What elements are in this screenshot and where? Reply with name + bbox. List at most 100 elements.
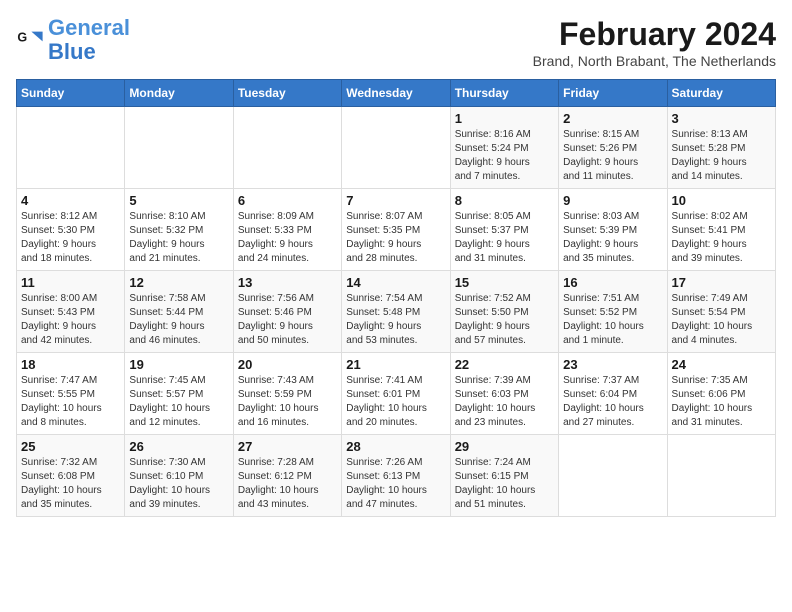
day-info: Sunrise: 7:37 AM Sunset: 6:04 PM Dayligh…: [563, 374, 662, 430]
day-number: 27: [238, 439, 337, 454]
calendar-cell: 2 Sunrise: 8:15 AM Sunset: 5:26 PM Daylig…: [559, 107, 667, 189]
day-number: 21: [346, 357, 445, 372]
day-info: Sunrise: 8:00 AM Sunset: 5:43 PM Dayligh…: [21, 292, 120, 348]
logo-line1: General: [48, 15, 130, 40]
day-number: 18: [21, 357, 120, 372]
calendar-cell: 21 Sunrise: 7:41 AM Sunset: 6:01 PM Dayli…: [342, 353, 450, 435]
day-number: 24: [672, 357, 771, 372]
calendar-cell: 6Sunrise: 8:09 AM Sunset: 5:33 PM Daylig…: [233, 189, 341, 271]
calendar-cell: [125, 107, 233, 189]
calendar-cell: 9 Sunrise: 8:03 AM Sunset: 5:39 PM Daylig…: [559, 189, 667, 271]
day-number: 14: [346, 275, 445, 290]
calendar-cell: 7 Sunrise: 8:07 AM Sunset: 5:35 PM Daylig…: [342, 189, 450, 271]
day-number: 4: [21, 193, 120, 208]
calendar-cell: 1 Sunrise: 8:16 AM Sunset: 5:24 PM Daylig…: [450, 107, 558, 189]
day-info: Sunrise: 7:52 AM Sunset: 5:50 PM Dayligh…: [455, 292, 554, 348]
day-info: Sunrise: 7:43 AM Sunset: 5:59 PM Dayligh…: [238, 374, 337, 430]
calendar-cell: 25 Sunrise: 7:32 AM Sunset: 6:08 PM Dayli…: [17, 435, 125, 517]
day-number: 28: [346, 439, 445, 454]
calendar-subtitle: Brand, North Brabant, The Netherlands: [533, 53, 776, 69]
calendar-cell: [17, 107, 125, 189]
calendar-cell: 5Sunrise: 8:10 AM Sunset: 5:32 PM Daylig…: [125, 189, 233, 271]
day-number: 15: [455, 275, 554, 290]
logo-icon: G: [16, 26, 44, 54]
day-info: Sunrise: 7:47 AM Sunset: 5:55 PM Dayligh…: [21, 374, 120, 430]
day-info: Sunrise: 7:35 AM Sunset: 6:06 PM Dayligh…: [672, 374, 771, 430]
calendar-cell: 29 Sunrise: 7:24 AM Sunset: 6:15 PM Dayli…: [450, 435, 558, 517]
weekday-header: Sunday: [17, 80, 125, 107]
calendar-cell: 17 Sunrise: 7:49 AM Sunset: 5:54 PM Dayli…: [667, 271, 775, 353]
day-info: Sunrise: 8:03 AM Sunset: 5:39 PM Dayligh…: [563, 210, 662, 266]
calendar-cell: 24 Sunrise: 7:35 AM Sunset: 6:06 PM Dayli…: [667, 353, 775, 435]
calendar-cell: 19 Sunrise: 7:45 AM Sunset: 5:57 PM Dayli…: [125, 353, 233, 435]
day-info: Sunrise: 8:16 AM Sunset: 5:24 PM Dayligh…: [455, 128, 554, 184]
day-info: Sunrise: 7:39 AM Sunset: 6:03 PM Dayligh…: [455, 374, 554, 430]
day-info: Sunrise: 8:13 AM Sunset: 5:28 PM Dayligh…: [672, 128, 771, 184]
day-number: 6: [238, 193, 337, 208]
calendar-cell: 14Sunrise: 7:54 AM Sunset: 5:48 PM Dayli…: [342, 271, 450, 353]
calendar-cell: 22Sunrise: 7:39 AM Sunset: 6:03 PM Dayli…: [450, 353, 558, 435]
day-info: Sunrise: 7:58 AM Sunset: 5:44 PM Dayligh…: [129, 292, 228, 348]
calendar-cell: 18 Sunrise: 7:47 AM Sunset: 5:55 PM Dayli…: [17, 353, 125, 435]
day-info: Sunrise: 8:02 AM Sunset: 5:41 PM Dayligh…: [672, 210, 771, 266]
day-info: Sunrise: 7:28 AM Sunset: 6:12 PM Dayligh…: [238, 456, 337, 512]
day-number: 8: [455, 193, 554, 208]
day-info: Sunrise: 7:45 AM Sunset: 5:57 PM Dayligh…: [129, 374, 228, 430]
weekday-header-row: SundayMondayTuesdayWednesdayThursdayFrid…: [17, 80, 776, 107]
day-number: 7: [346, 193, 445, 208]
calendar-cell: 16Sunrise: 7:51 AM Sunset: 5:52 PM Dayli…: [559, 271, 667, 353]
logo-line2: Blue: [48, 39, 96, 64]
day-number: 5: [129, 193, 228, 208]
calendar-cell: 28 Sunrise: 7:26 AM Sunset: 6:13 PM Dayli…: [342, 435, 450, 517]
day-number: 2: [563, 111, 662, 126]
logo-text: General Blue: [48, 16, 130, 64]
calendar-cell: 15 Sunrise: 7:52 AM Sunset: 5:50 PM Dayli…: [450, 271, 558, 353]
day-info: Sunrise: 8:07 AM Sunset: 5:35 PM Dayligh…: [346, 210, 445, 266]
weekday-header: Wednesday: [342, 80, 450, 107]
calendar-cell: [233, 107, 341, 189]
calendar-week-row: 25 Sunrise: 7:32 AM Sunset: 6:08 PM Dayli…: [17, 435, 776, 517]
day-number: 23: [563, 357, 662, 372]
day-info: Sunrise: 8:15 AM Sunset: 5:26 PM Dayligh…: [563, 128, 662, 184]
calendar-cell: 8 Sunrise: 8:05 AM Sunset: 5:37 PM Daylig…: [450, 189, 558, 271]
day-number: 3: [672, 111, 771, 126]
day-info: Sunrise: 8:12 AM Sunset: 5:30 PM Dayligh…: [21, 210, 120, 266]
calendar-week-row: 1 Sunrise: 8:16 AM Sunset: 5:24 PM Daylig…: [17, 107, 776, 189]
day-number: 29: [455, 439, 554, 454]
calendar-cell: 13Sunrise: 7:56 AM Sunset: 5:46 PM Dayli…: [233, 271, 341, 353]
weekday-header: Tuesday: [233, 80, 341, 107]
day-info: Sunrise: 7:30 AM Sunset: 6:10 PM Dayligh…: [129, 456, 228, 512]
calendar-cell: 11 Sunrise: 8:00 AM Sunset: 5:43 PM Dayli…: [17, 271, 125, 353]
calendar-cell: 4 Sunrise: 8:12 AM Sunset: 5:30 PM Daylig…: [17, 189, 125, 271]
weekday-header: Saturday: [667, 80, 775, 107]
day-number: 19: [129, 357, 228, 372]
day-info: Sunrise: 7:41 AM Sunset: 6:01 PM Dayligh…: [346, 374, 445, 430]
day-info: Sunrise: 8:05 AM Sunset: 5:37 PM Dayligh…: [455, 210, 554, 266]
calendar-cell: 12Sunrise: 7:58 AM Sunset: 5:44 PM Dayli…: [125, 271, 233, 353]
day-info: Sunrise: 7:24 AM Sunset: 6:15 PM Dayligh…: [455, 456, 554, 512]
logo: G General Blue: [16, 16, 130, 64]
day-info: Sunrise: 7:26 AM Sunset: 6:13 PM Dayligh…: [346, 456, 445, 512]
calendar-week-row: 4 Sunrise: 8:12 AM Sunset: 5:30 PM Daylig…: [17, 189, 776, 271]
day-number: 1: [455, 111, 554, 126]
day-info: Sunrise: 7:56 AM Sunset: 5:46 PM Dayligh…: [238, 292, 337, 348]
day-number: 25: [21, 439, 120, 454]
calendar-cell: [667, 435, 775, 517]
calendar-title: February 2024: [533, 16, 776, 53]
day-number: 11: [21, 275, 120, 290]
day-info: Sunrise: 7:49 AM Sunset: 5:54 PM Dayligh…: [672, 292, 771, 348]
calendar-cell: 26 Sunrise: 7:30 AM Sunset: 6:10 PM Dayli…: [125, 435, 233, 517]
weekday-header: Monday: [125, 80, 233, 107]
day-number: 26: [129, 439, 228, 454]
day-info: Sunrise: 7:32 AM Sunset: 6:08 PM Dayligh…: [21, 456, 120, 512]
day-number: 9: [563, 193, 662, 208]
calendar-header: SundayMondayTuesdayWednesdayThursdayFrid…: [17, 80, 776, 107]
title-block: February 2024 Brand, North Brabant, The …: [533, 16, 776, 69]
day-number: 20: [238, 357, 337, 372]
calendar-body: 1 Sunrise: 8:16 AM Sunset: 5:24 PM Daylig…: [17, 107, 776, 517]
calendar-cell: 27 Sunrise: 7:28 AM Sunset: 6:12 PM Dayli…: [233, 435, 341, 517]
svg-text:G: G: [17, 31, 27, 45]
day-number: 17: [672, 275, 771, 290]
day-number: 10: [672, 193, 771, 208]
day-number: 16: [563, 275, 662, 290]
